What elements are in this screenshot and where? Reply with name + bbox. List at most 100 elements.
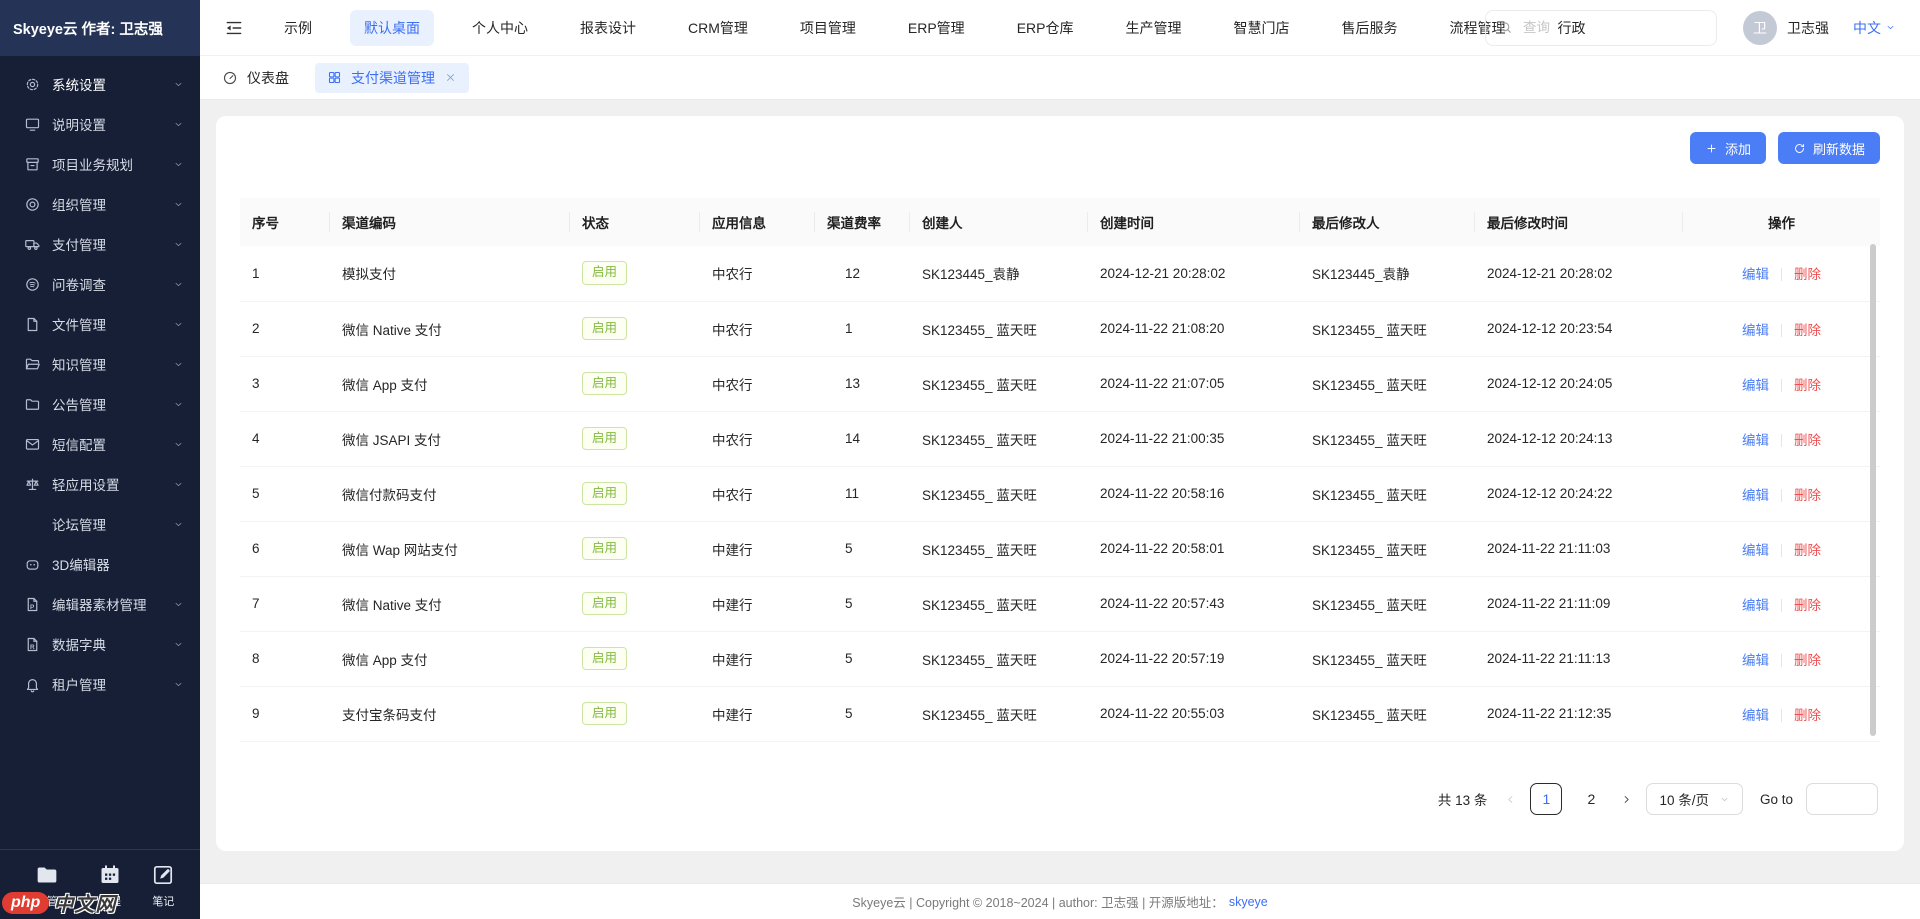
sidebar-item[interactable]: 公告管理	[0, 384, 200, 424]
goto-page-input[interactable]	[1806, 783, 1878, 815]
delete-link[interactable]: 删除	[1794, 378, 1821, 393]
avatar[interactable]: 卫	[1743, 11, 1777, 45]
sidebar-item[interactable]: 租户管理	[0, 664, 200, 704]
delete-link[interactable]: 删除	[1794, 267, 1821, 282]
sidebar-item[interactable]: 项目业务规划	[0, 144, 200, 184]
cell-no: 7	[240, 576, 330, 631]
search-box[interactable]	[1485, 10, 1717, 46]
sidebar-item[interactable]: R 数据字典	[0, 624, 200, 664]
cell-created: 2024-11-22 21:07:05	[1088, 356, 1300, 411]
language-selector[interactable]: 中文	[1853, 18, 1896, 38]
delete-link[interactable]: 删除	[1794, 433, 1821, 448]
sidebar-item-icon	[24, 236, 41, 253]
cell-modified: 2024-11-22 21:12:35	[1475, 686, 1683, 741]
sidebar-shortcut[interactable]: 笔记	[151, 863, 175, 909]
sidebar-item[interactable]: 组织管理	[0, 184, 200, 224]
page-button-2[interactable]: 2	[1575, 783, 1607, 815]
chevron-down-icon	[173, 319, 184, 330]
active-page-tab-label: 支付渠道管理	[351, 68, 435, 88]
cell-rate: 11	[815, 466, 910, 521]
delete-link[interactable]: 删除	[1794, 323, 1821, 338]
cell-status: 启用	[570, 521, 700, 576]
cell-no: 6	[240, 521, 330, 576]
cell-actions: 编辑 删除	[1683, 631, 1880, 686]
user-name[interactable]: 卫志强	[1787, 18, 1829, 38]
nav-tab[interactable]: 个人中心	[458, 10, 542, 46]
sidebar-item[interactable]: 问卷调查	[0, 264, 200, 304]
dashboard-label: 仪表盘	[247, 68, 289, 88]
nav-tab[interactable]: CRM管理	[674, 10, 762, 46]
action-divider	[1781, 268, 1782, 281]
prev-page-button[interactable]	[1504, 793, 1517, 806]
sidebar-item[interactable]: P 编辑器素材管理	[0, 584, 200, 624]
search-input[interactable]	[1521, 19, 1704, 36]
table-scrollbar[interactable]	[1870, 244, 1876, 736]
cell-modified: 2024-11-22 21:11:13	[1475, 631, 1683, 686]
nav-tab[interactable]: ERP仓库	[1003, 10, 1088, 46]
active-page-tab[interactable]: 支付渠道管理	[315, 63, 469, 93]
nav-tab[interactable]: 报表设计	[566, 10, 650, 46]
cell-actions: 编辑 删除	[1683, 301, 1880, 356]
cell-rate: 13	[815, 356, 910, 411]
cell-modified: 2024-12-12 20:24:22	[1475, 466, 1683, 521]
sidebar-item-label: 文件管理	[52, 314, 173, 334]
edit-link[interactable]: 编辑	[1742, 323, 1769, 338]
cell-code: 微信 JSAPI 支付	[330, 411, 570, 466]
nav-tab[interactable]: 项目管理	[786, 10, 870, 46]
sidebar-item-icon	[24, 116, 41, 133]
cell-created: 2024-11-22 20:57:19	[1088, 631, 1300, 686]
next-page-button[interactable]	[1620, 793, 1633, 806]
dashboard-tab[interactable]: 仪表盘	[222, 68, 289, 88]
cell-app: 中农行	[700, 466, 815, 521]
add-button[interactable]: 添加	[1690, 132, 1766, 164]
edit-link[interactable]: 编辑	[1742, 378, 1769, 393]
cell-app: 中建行	[700, 631, 815, 686]
goto-label: Go to	[1760, 792, 1793, 807]
cell-actions: 编辑 删除	[1683, 411, 1880, 466]
sidebar-item[interactable]: 支付管理	[0, 224, 200, 264]
edit-link[interactable]: 编辑	[1742, 598, 1769, 613]
delete-link[interactable]: 删除	[1794, 543, 1821, 558]
delete-link[interactable]: 删除	[1794, 488, 1821, 503]
delete-link[interactable]: 删除	[1794, 708, 1821, 723]
edit-link[interactable]: 编辑	[1742, 543, 1769, 558]
cell-code: 支付宝条码支付	[330, 686, 570, 741]
delete-link[interactable]: 删除	[1794, 653, 1821, 668]
edit-link[interactable]: 编辑	[1742, 653, 1769, 668]
page-size-select[interactable]: 10 条/页	[1646, 783, 1743, 815]
chevron-down-icon	[173, 519, 184, 530]
collapse-sidebar-icon[interactable]	[224, 18, 244, 38]
column-header-creator: 创建人	[910, 198, 1088, 246]
sidebar-item[interactable]: 轻应用设置	[0, 464, 200, 504]
nav-tab[interactable]: 智慧门店	[1219, 10, 1303, 46]
nav-tab[interactable]: 默认桌面	[350, 10, 434, 46]
sidebar-item[interactable]: 3D编辑器	[0, 544, 200, 584]
nav-tab[interactable]: 示例	[270, 10, 326, 46]
page-tabbar: 仪表盘 支付渠道管理	[200, 56, 1920, 100]
close-icon[interactable]	[444, 71, 457, 84]
sidebar-item[interactable]: 说明设置	[0, 104, 200, 144]
page-button-1[interactable]: 1	[1530, 783, 1562, 815]
cell-created: 2024-11-22 20:58:16	[1088, 466, 1300, 521]
sidebar-item[interactable]: 文件管理	[0, 304, 200, 344]
edit-link[interactable]: 编辑	[1742, 267, 1769, 282]
sidebar-item[interactable]: 短信配置	[0, 424, 200, 464]
sidebar-item[interactable]: 系统设置	[0, 64, 200, 104]
edit-link[interactable]: 编辑	[1742, 708, 1769, 723]
table-header-row: 序号 渠道编码 状态 应用信息 渠道费率 创建人 创建时间 最后修改人 最后修改…	[240, 198, 1880, 246]
refresh-button[interactable]: 刷新数据	[1778, 132, 1880, 164]
edit-link[interactable]: 编辑	[1742, 488, 1769, 503]
edit-link[interactable]: 编辑	[1742, 433, 1769, 448]
cell-no: 9	[240, 686, 330, 741]
php-logo: php	[2, 892, 49, 914]
delete-link[interactable]: 删除	[1794, 598, 1821, 613]
sidebar-item[interactable]: 知识管理	[0, 344, 200, 384]
nav-tab[interactable]: 售后服务	[1327, 10, 1411, 46]
nav-tab[interactable]: ERP管理	[894, 10, 979, 46]
sidebar-item[interactable]: 论坛管理	[0, 504, 200, 544]
cell-rate: 5	[815, 631, 910, 686]
cell-no: 2	[240, 301, 330, 356]
sidebar-item-icon	[24, 156, 41, 173]
nav-tab[interactable]: 生产管理	[1111, 10, 1195, 46]
source-link[interactable]: skyeye	[1229, 895, 1268, 909]
